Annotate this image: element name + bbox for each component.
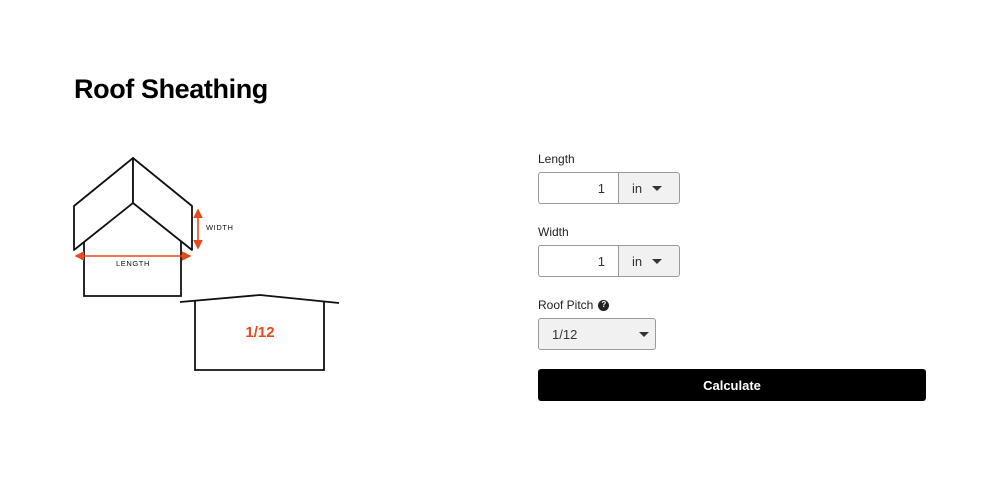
chevron-down-icon <box>639 331 649 337</box>
chevron-down-icon <box>652 258 663 264</box>
width-input-group: in <box>538 245 680 277</box>
width-label-text: Width <box>538 225 569 239</box>
page: Roof Sheathing WIDTH LENGTH 1/12 Length … <box>0 0 1000 500</box>
roof-pitch-label-text: Roof Pitch <box>538 298 594 312</box>
width-input[interactable] <box>538 245 618 277</box>
length-unit-value: in <box>632 180 643 196</box>
roof-pitch-value: 1/12 <box>552 326 578 342</box>
width-unit-select[interactable]: in <box>618 245 680 277</box>
chevron-down-icon <box>652 185 663 191</box>
length-label: LENGTH <box>116 259 150 268</box>
width-field-label: Width <box>538 225 926 239</box>
width-unit-value: in <box>632 253 643 269</box>
roof-pitch-select[interactable]: 1/12 <box>538 318 656 350</box>
pitch-label: 1/12 <box>245 324 274 341</box>
width-label: WIDTH <box>206 223 234 232</box>
calculator-form: Length in Width in Roof Pitch ? 1/12 <box>538 152 926 401</box>
length-input[interactable] <box>538 172 618 204</box>
roof-diagram: WIDTH LENGTH 1/12 <box>73 157 340 371</box>
length-input-group: in <box>538 172 680 204</box>
help-icon[interactable]: ? <box>598 299 610 311</box>
calculate-button[interactable]: Calculate <box>538 369 926 401</box>
length-field-label: Length <box>538 152 926 166</box>
roof-pitch-field-label: Roof Pitch ? <box>538 298 926 312</box>
house-front-view <box>73 157 193 297</box>
length-label-text: Length <box>538 152 575 166</box>
length-unit-select[interactable]: in <box>618 172 680 204</box>
page-title: Roof Sheathing <box>74 74 268 104</box>
